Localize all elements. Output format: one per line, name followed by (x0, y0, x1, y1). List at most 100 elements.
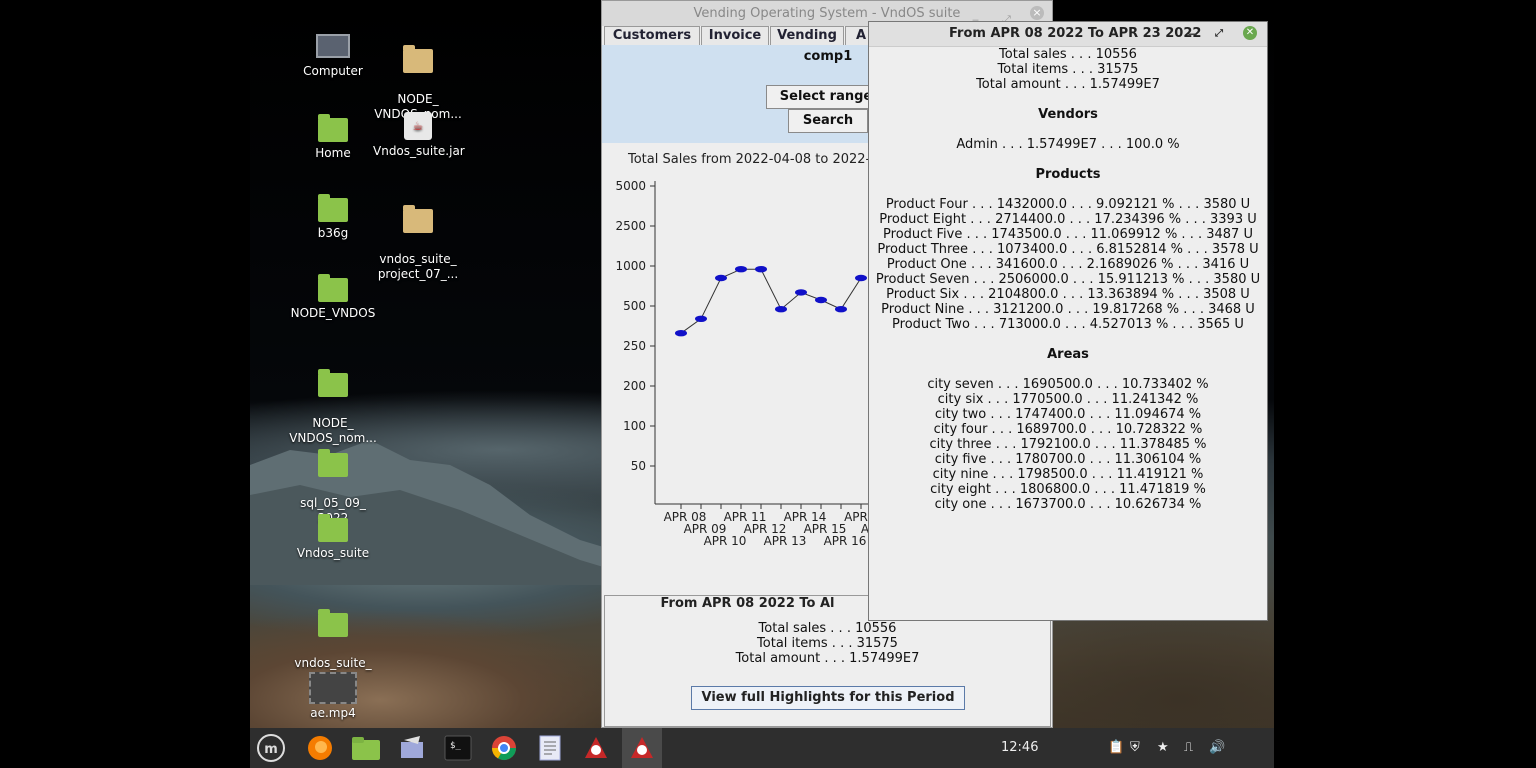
highlights-line: Total amount . . . 1.57499E7 (976, 77, 1160, 92)
home-folder-icon (318, 114, 348, 142)
highlights-line: Product Four . . . 1432000.0 . . . 9.092… (885, 197, 1251, 212)
text-editor-icon[interactable] (396, 732, 428, 764)
data-point (815, 296, 827, 304)
svg-text:$_: $_ (450, 741, 461, 751)
clipboard-icon[interactable]: 📋 (1108, 728, 1124, 768)
y-tick-label: 50 (631, 459, 646, 473)
maximize-icon[interactable]: ⤢ (1215, 22, 1223, 46)
y-tick-label: 2500 (615, 219, 646, 233)
desktop-icon-vndos-suite[interactable]: Vndos_suite (288, 514, 378, 561)
data-point (715, 274, 727, 282)
highlights-line: city two . . . 1747400.0 . . . 11.094674… (934, 407, 1202, 422)
close-icon[interactable]: × (1030, 6, 1044, 20)
y-tick-label: 100 (623, 419, 646, 433)
summary-total-amount: Total amount . . . 1.57499E7 (735, 651, 920, 666)
x-tick-label: APR 16 (824, 534, 867, 548)
folder-icon (318, 274, 348, 302)
highlights-spacer (869, 332, 1267, 347)
minimize-icon[interactable]: − (1187, 22, 1197, 46)
data-point (775, 306, 787, 313)
tab-customers[interactable]: Customers (604, 26, 700, 45)
highlights-spacer (869, 122, 1267, 137)
y-tick-label: 5000 (615, 179, 646, 193)
y-tick-label: 200 (623, 379, 646, 393)
desktop-icon-computer[interactable]: Computer (288, 34, 378, 79)
highlights-line: Product Nine . . . 3121200.0 . . . 19.81… (881, 302, 1255, 317)
desktop-icon-b36g[interactable]: b36g (288, 194, 378, 241)
highlights-line: Product One . . . 341600.0 . . . 2.16890… (886, 257, 1250, 272)
highlights-line: Product Two . . . 713000.0 . . . 4.52701… (892, 317, 1244, 332)
taskbar: m $_ 📋 ⛨ ★ ⎍ 🔊 (250, 728, 1274, 768)
highlights-titlebar[interactable]: From APR 08 2022 To APR 23 2022 − ⤢ ✕ (869, 22, 1267, 47)
data-point (835, 306, 847, 313)
desktop-icon-node-vndos[interactable]: NODE_VNDOS (288, 274, 378, 321)
java-app-active-icon[interactable] (622, 728, 662, 768)
close-icon[interactable]: ✕ (1243, 26, 1257, 40)
chrome-icon[interactable] (488, 732, 520, 764)
folder-icon (403, 205, 433, 233)
terminal-icon[interactable]: $_ (442, 732, 474, 764)
desktop-icon-vndos-suite-project-07[interactable]: vndos_suite_ project_07_... (373, 194, 463, 282)
highlights-line: city seven . . . 1690500.0 . . . 10.7334… (927, 377, 1209, 392)
desktop-icon-node-vndos-nom[interactable]: NODE_ VNDOS_nom... (373, 34, 463, 122)
data-point (755, 266, 767, 273)
series-line (680, 268, 862, 334)
star-icon[interactable]: ★ (1157, 728, 1169, 768)
desktop-icon-node-vndos-nom-2[interactable]: NODE_ VNDOS_nom... (288, 358, 378, 446)
search-button[interactable]: Search (788, 109, 868, 133)
summary-total-sales: Total sales . . . 10556 (758, 621, 897, 636)
highlights-line: city three . . . 1792100.0 . . . 11.3784… (929, 437, 1207, 452)
highlights-line: city five . . . 1780700.0 . . . 11.30610… (934, 452, 1202, 467)
x-tick-label: APR 10 (704, 534, 747, 548)
highlights-body: Total sales . . . 10556 Total items . . .… (869, 47, 1267, 512)
highlights-line: Product Five . . . 1743500.0 . . . 11.06… (883, 227, 1253, 242)
data-point (735, 266, 747, 273)
folder-icon (318, 369, 348, 397)
files-icon[interactable] (350, 732, 382, 764)
highlights-section-heading: Products (1035, 167, 1101, 182)
volume-icon[interactable]: 🔊 (1209, 728, 1225, 768)
desktop-icon-vndos-jar[interactable]: ☕ Vndos_suite.jar (373, 112, 465, 159)
highlights-spacer (869, 152, 1267, 167)
desktop-icon-home[interactable]: Home (288, 114, 378, 161)
highlights-section-heading: Areas (1047, 347, 1089, 362)
data-point (695, 315, 707, 322)
desktop-icon-label: vndos_suite_ project_07_... (377, 252, 459, 281)
y-tick-label: 250 (623, 339, 646, 353)
highlights-line: city four . . . 1689700.0 . . . 10.72832… (933, 422, 1203, 437)
desktop-icon-label: ae.mp4 (310, 706, 356, 720)
firefox-icon[interactable] (304, 732, 336, 764)
highlights-title: From APR 08 2022 To APR 23 2022 (949, 26, 1202, 41)
document-viewer-icon[interactable] (534, 732, 566, 764)
network-icon[interactable]: ⎍ (1184, 728, 1193, 768)
tab-vending[interactable]: Vending (770, 26, 844, 45)
clock[interactable]: 12:46 (1001, 728, 1061, 768)
folder-icon (318, 194, 348, 222)
java-app-icon[interactable] (580, 732, 612, 764)
highlights-line: city one . . . 1673700.0 . . . 10.626734… (934, 497, 1202, 512)
computer-icon (316, 34, 350, 58)
main-window-title: Vending Operating System - VndOS suite (693, 6, 961, 21)
highlights-line: city eight . . . 1806800.0 . . . 11.4718… (930, 482, 1206, 497)
highlights-line: city nine . . . 1798500.0 . . . 11.41912… (932, 467, 1204, 482)
tab-invoice[interactable]: Invoice (701, 26, 769, 45)
chart-title: Total Sales from 2022-04-08 to 2022-0 (628, 152, 879, 167)
highlights-line: Total items . . . 31575 (997, 62, 1139, 77)
shield-icon[interactable]: ⛨ (1130, 728, 1140, 768)
svg-text:m: m (264, 742, 278, 757)
java-jar-icon: ☕ (404, 112, 432, 140)
highlights-spacer (869, 92, 1267, 107)
folder-icon (318, 609, 348, 637)
desktop-icon-ae-mp4[interactable]: ae.mp4 (288, 672, 378, 721)
mint-menu-icon[interactable]: m (255, 732, 287, 764)
desktop-icon-sql[interactable]: sql_05_09_ 2022 (288, 438, 378, 526)
y-tick-label: 500 (623, 299, 646, 313)
data-point (795, 289, 807, 296)
desktop-icon-label: Computer (303, 64, 363, 78)
desktop-icon-label: NODE_VNDOS (290, 306, 376, 320)
desktop-icon-label: Home (315, 146, 351, 160)
view-highlights-button[interactable]: View full Highlights for this Period (691, 686, 965, 710)
desktop-icon-label: Vndos_suite.jar (373, 144, 465, 158)
highlights-line: Total sales . . . 10556 (999, 47, 1137, 62)
highlights-line: Product Seven . . . 2506000.0 . . . 15.9… (875, 272, 1261, 287)
